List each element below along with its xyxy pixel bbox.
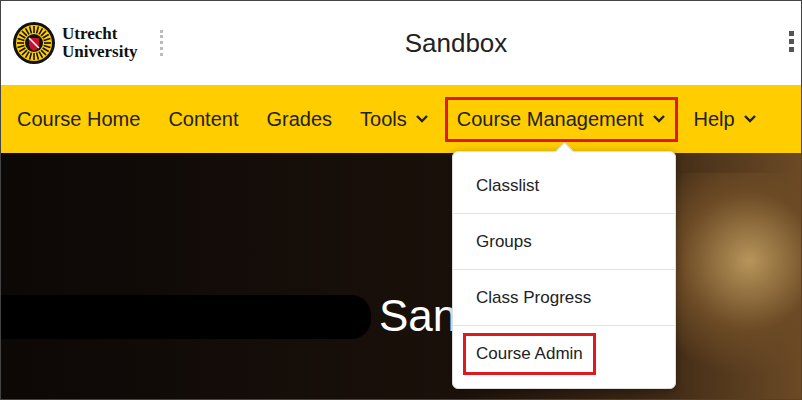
nav-item[interactable]: Content [156, 97, 250, 142]
nav-item[interactable]: Grades [254, 97, 344, 142]
nav-item[interactable]: Course Home [5, 97, 152, 142]
nav-item[interactable]: Course Management [445, 97, 678, 142]
chevron-down-icon [415, 114, 429, 124]
lms-page: UtrechtUniversitySandboxCourse HomeConte… [0, 0, 802, 400]
header: UtrechtUniversitySandbox [1, 1, 801, 85]
menu-item[interactable]: Course Admin [453, 326, 675, 382]
banner-ornament [671, 173, 801, 393]
nav-item[interactable]: Help [682, 97, 769, 142]
sun-seal-icon [12, 21, 56, 65]
nav-item[interactable]: Tools [348, 97, 441, 142]
menu-item[interactable]: Classlist [453, 158, 675, 214]
logo-text: UtrechtUniversity [62, 25, 138, 61]
university-logo[interactable]: UtrechtUniversity [12, 21, 138, 65]
dropdown-menu: ClasslistGroupsClass ProgressCourse Admi… [452, 151, 676, 389]
redaction-bar [1, 295, 371, 339]
banner-title: San [379, 291, 457, 341]
course-banner: San [1, 153, 801, 399]
chevron-down-icon [743, 114, 757, 124]
course-title: Sandbox [1, 28, 801, 59]
header-separator [160, 30, 163, 56]
app-grid-icon[interactable] [787, 23, 801, 63]
menu-item[interactable]: Groups [453, 214, 675, 270]
chevron-down-icon [652, 114, 666, 124]
nav-bar: Course HomeContentGradesToolsCourse Mana… [1, 85, 801, 153]
menu-item[interactable]: Class Progress [453, 270, 675, 326]
